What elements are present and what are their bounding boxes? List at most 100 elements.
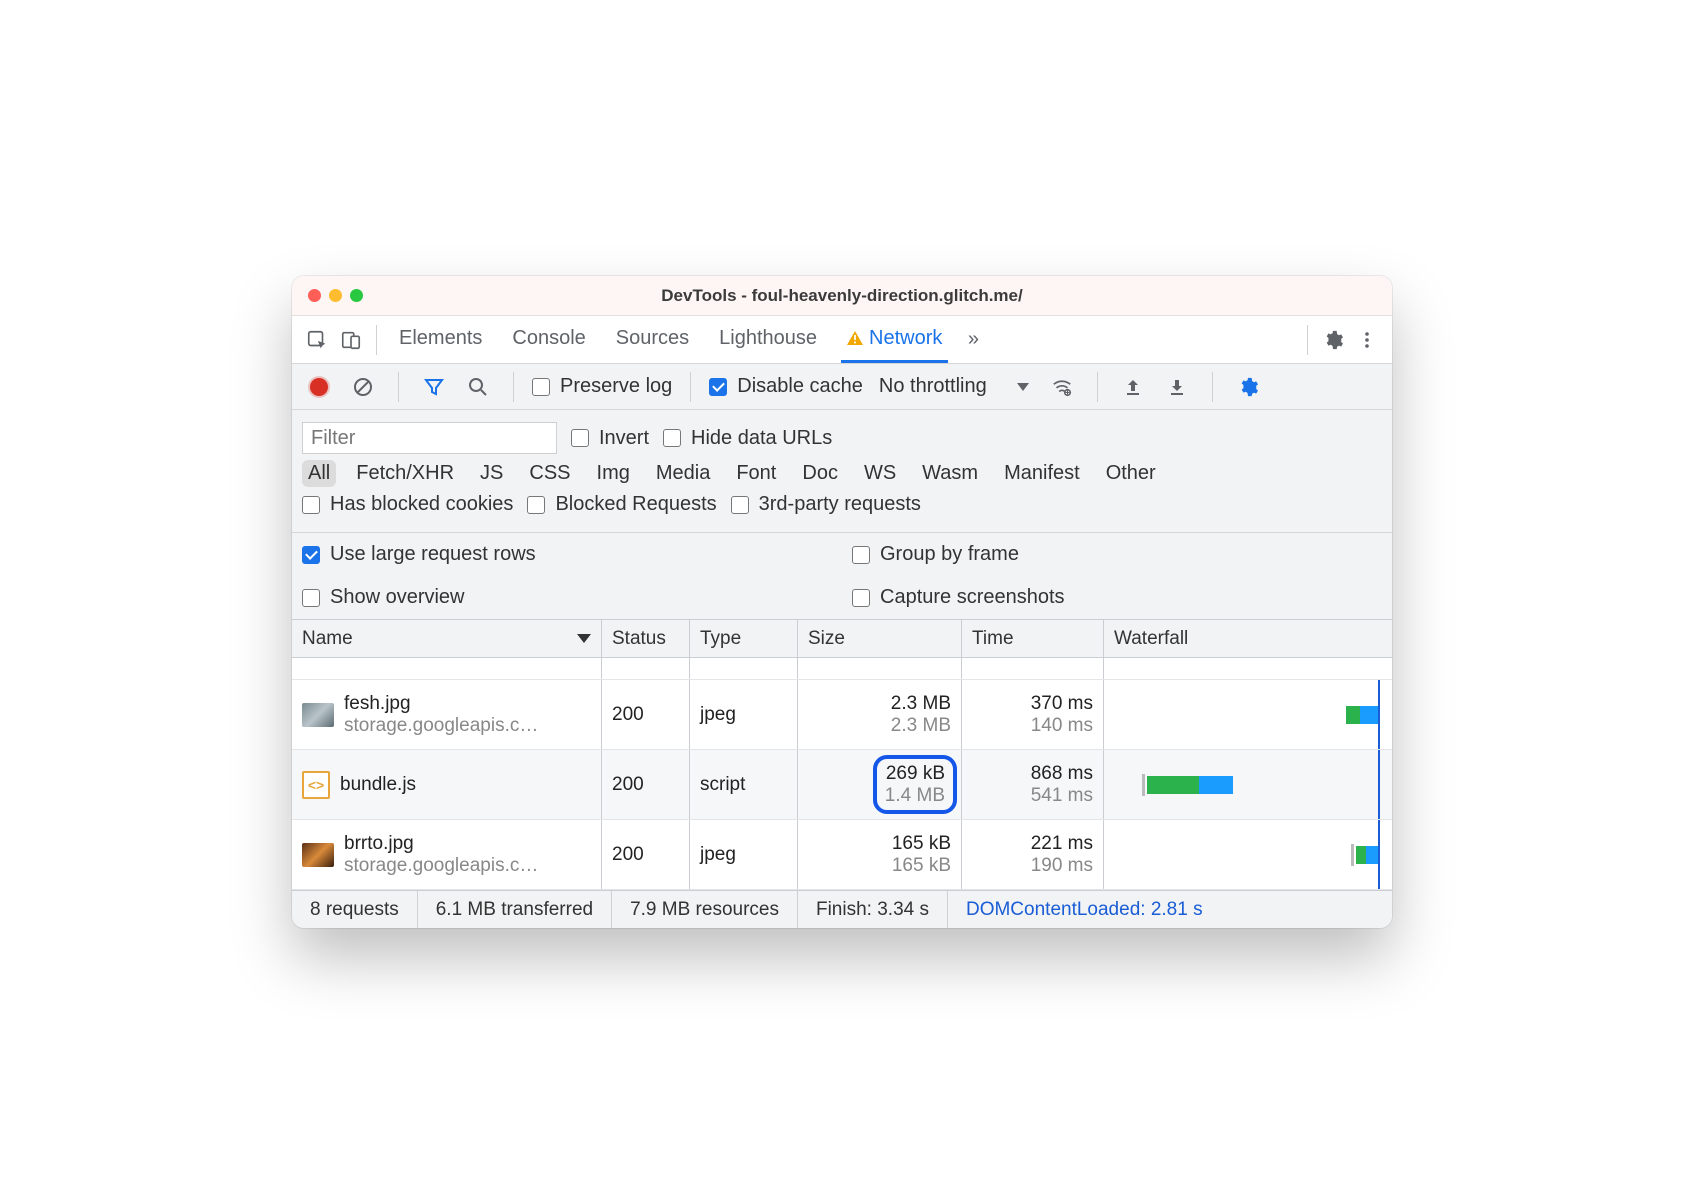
checkbox-label: Capture screenshots [880, 586, 1065, 609]
table-row[interactable]: brrto.jpg storage.googleapis.c… 200 jpeg… [292, 820, 1392, 890]
filter-bar: Filter Invert Hide data URLs All Fetch/X… [292, 410, 1392, 533]
checkbox-label: Blocked Requests [555, 493, 716, 516]
network-conditions-icon[interactable] [1045, 370, 1079, 404]
disable-cache-checkbox[interactable]: Disable cache [709, 375, 863, 398]
column-header-time[interactable]: Time [962, 620, 1104, 657]
separator [1307, 325, 1308, 355]
waterfall-bar [1114, 680, 1382, 749]
hide-data-urls-checkbox[interactable]: Hide data URLs [663, 427, 832, 450]
settings-gear-icon[interactable] [1316, 323, 1350, 357]
filter-type-media[interactable]: Media [650, 460, 716, 487]
tab-console[interactable]: Console [506, 316, 591, 363]
column-label: Waterfall [1114, 628, 1188, 650]
checkbox-label: Use large request rows [330, 543, 536, 566]
download-har-icon[interactable] [1160, 370, 1194, 404]
close-window-button[interactable] [308, 289, 321, 302]
table-row[interactable]: <> bundle.js 200 script 269 kB 1.4 MB 86… [292, 750, 1392, 820]
capture-screenshots-checkbox[interactable]: Capture screenshots [852, 586, 1065, 609]
filter-type-img[interactable]: Img [591, 460, 636, 487]
filter-type-other[interactable]: Other [1100, 460, 1162, 487]
panel-tabs-row: Elements Console Sources Lighthouse Netw… [292, 316, 1392, 364]
cell-status: 200 [612, 844, 644, 866]
throttling-select[interactable]: No throttling [873, 375, 1035, 398]
checkbox-label: Preserve log [560, 375, 672, 398]
tab-label: Elements [399, 327, 482, 350]
tab-label: Sources [616, 327, 689, 350]
table-row[interactable]: fesh.jpg storage.googleapis.c… 200 jpeg … [292, 680, 1392, 750]
tab-lighthouse[interactable]: Lighthouse [713, 316, 823, 363]
panel-tabs: Elements Console Sources Lighthouse Netw… [385, 316, 956, 363]
file-thumbnail-icon [302, 703, 334, 727]
search-icon[interactable] [461, 370, 495, 404]
filter-type-font[interactable]: Font [730, 460, 782, 487]
devtools-window: DevTools - foul-heavenly-direction.glitc… [292, 276, 1392, 928]
chevron-down-icon [1017, 383, 1029, 391]
cell-size-uncompressed: 2.3 MB [891, 715, 951, 737]
filter-type-wasm[interactable]: Wasm [916, 460, 984, 487]
window-titlebar: DevTools - foul-heavenly-direction.glitc… [292, 276, 1392, 316]
tab-network[interactable]: Network [841, 316, 948, 363]
request-name: bundle.js [340, 774, 416, 796]
request-name: brrto.jpg [344, 833, 538, 855]
filter-type-css[interactable]: CSS [523, 460, 576, 487]
checkbox-label: Hide data URLs [691, 427, 832, 450]
request-domain: storage.googleapis.c… [344, 715, 538, 737]
filter-funnel-icon[interactable] [417, 370, 451, 404]
separator [398, 372, 399, 402]
minimize-window-button[interactable] [329, 289, 342, 302]
column-label: Type [700, 628, 741, 650]
record-button[interactable] [302, 370, 336, 404]
large-rows-checkbox[interactable]: Use large request rows [302, 543, 536, 566]
zoom-window-button[interactable] [350, 289, 363, 302]
checkbox-label: Disable cache [737, 375, 863, 398]
filter-type-js[interactable]: JS [474, 460, 509, 487]
preserve-log-checkbox[interactable]: Preserve log [532, 375, 672, 398]
cell-size: 165 kB [892, 833, 951, 855]
group-by-frame-checkbox[interactable]: Group by frame [852, 543, 1019, 566]
upload-har-icon[interactable] [1116, 370, 1150, 404]
checkbox-label: 3rd-party requests [759, 493, 921, 516]
network-settings-gear-icon[interactable] [1231, 370, 1265, 404]
column-header-name[interactable]: Name [292, 620, 602, 657]
script-file-icon: <> [302, 771, 330, 799]
more-tabs-icon[interactable]: » [956, 323, 990, 357]
cell-time: 868 ms [1031, 763, 1093, 785]
filter-input[interactable]: Filter [302, 422, 557, 454]
filter-type-all[interactable]: All [302, 460, 336, 487]
network-summary-bar: 8 requests 6.1 MB transferred 7.9 MB res… [292, 890, 1392, 928]
filter-type-fetchxhr[interactable]: Fetch/XHR [350, 460, 460, 487]
input-placeholder: Filter [311, 427, 355, 450]
column-header-waterfall[interactable]: Waterfall [1104, 620, 1392, 657]
sort-descending-icon [577, 634, 591, 643]
checkbox-label: Has blocked cookies [330, 493, 513, 516]
cell-time: 221 ms [1031, 833, 1093, 855]
tab-sources[interactable]: Sources [610, 316, 695, 363]
column-header-type[interactable]: Type [690, 620, 798, 657]
device-toolbar-icon[interactable] [334, 323, 368, 357]
summary-transferred: 6.1 MB transferred [418, 891, 612, 928]
column-header-size[interactable]: Size [798, 620, 962, 657]
waterfall-bar [1114, 750, 1382, 819]
column-label: Status [612, 628, 666, 650]
filter-type-doc[interactable]: Doc [796, 460, 844, 487]
clear-icon[interactable] [346, 370, 380, 404]
summary-resources: 7.9 MB resources [612, 891, 798, 928]
column-header-status[interactable]: Status [602, 620, 690, 657]
third-party-checkbox[interactable]: 3rd-party requests [731, 493, 921, 516]
kebab-menu-icon[interactable] [1350, 323, 1384, 357]
cell-size-uncompressed: 165 kB [892, 855, 951, 877]
tab-elements[interactable]: Elements [393, 316, 488, 363]
filter-type-ws[interactable]: WS [858, 460, 902, 487]
filter-type-manifest[interactable]: Manifest [998, 460, 1086, 487]
blocked-requests-checkbox[interactable]: Blocked Requests [527, 493, 716, 516]
separator [1097, 372, 1098, 402]
show-overview-checkbox[interactable]: Show overview [302, 586, 465, 609]
request-name: fesh.jpg [344, 693, 538, 715]
checkbox-label: Group by frame [880, 543, 1019, 566]
traffic-lights [292, 289, 363, 302]
has-blocked-cookies-checkbox[interactable]: Has blocked cookies [302, 493, 513, 516]
inspect-element-icon[interactable] [300, 323, 334, 357]
summary-domcontentloaded[interactable]: DOMContentLoaded: 2.81 s [948, 891, 1221, 928]
cell-status: 200 [612, 704, 644, 726]
invert-checkbox[interactable]: Invert [571, 427, 649, 450]
